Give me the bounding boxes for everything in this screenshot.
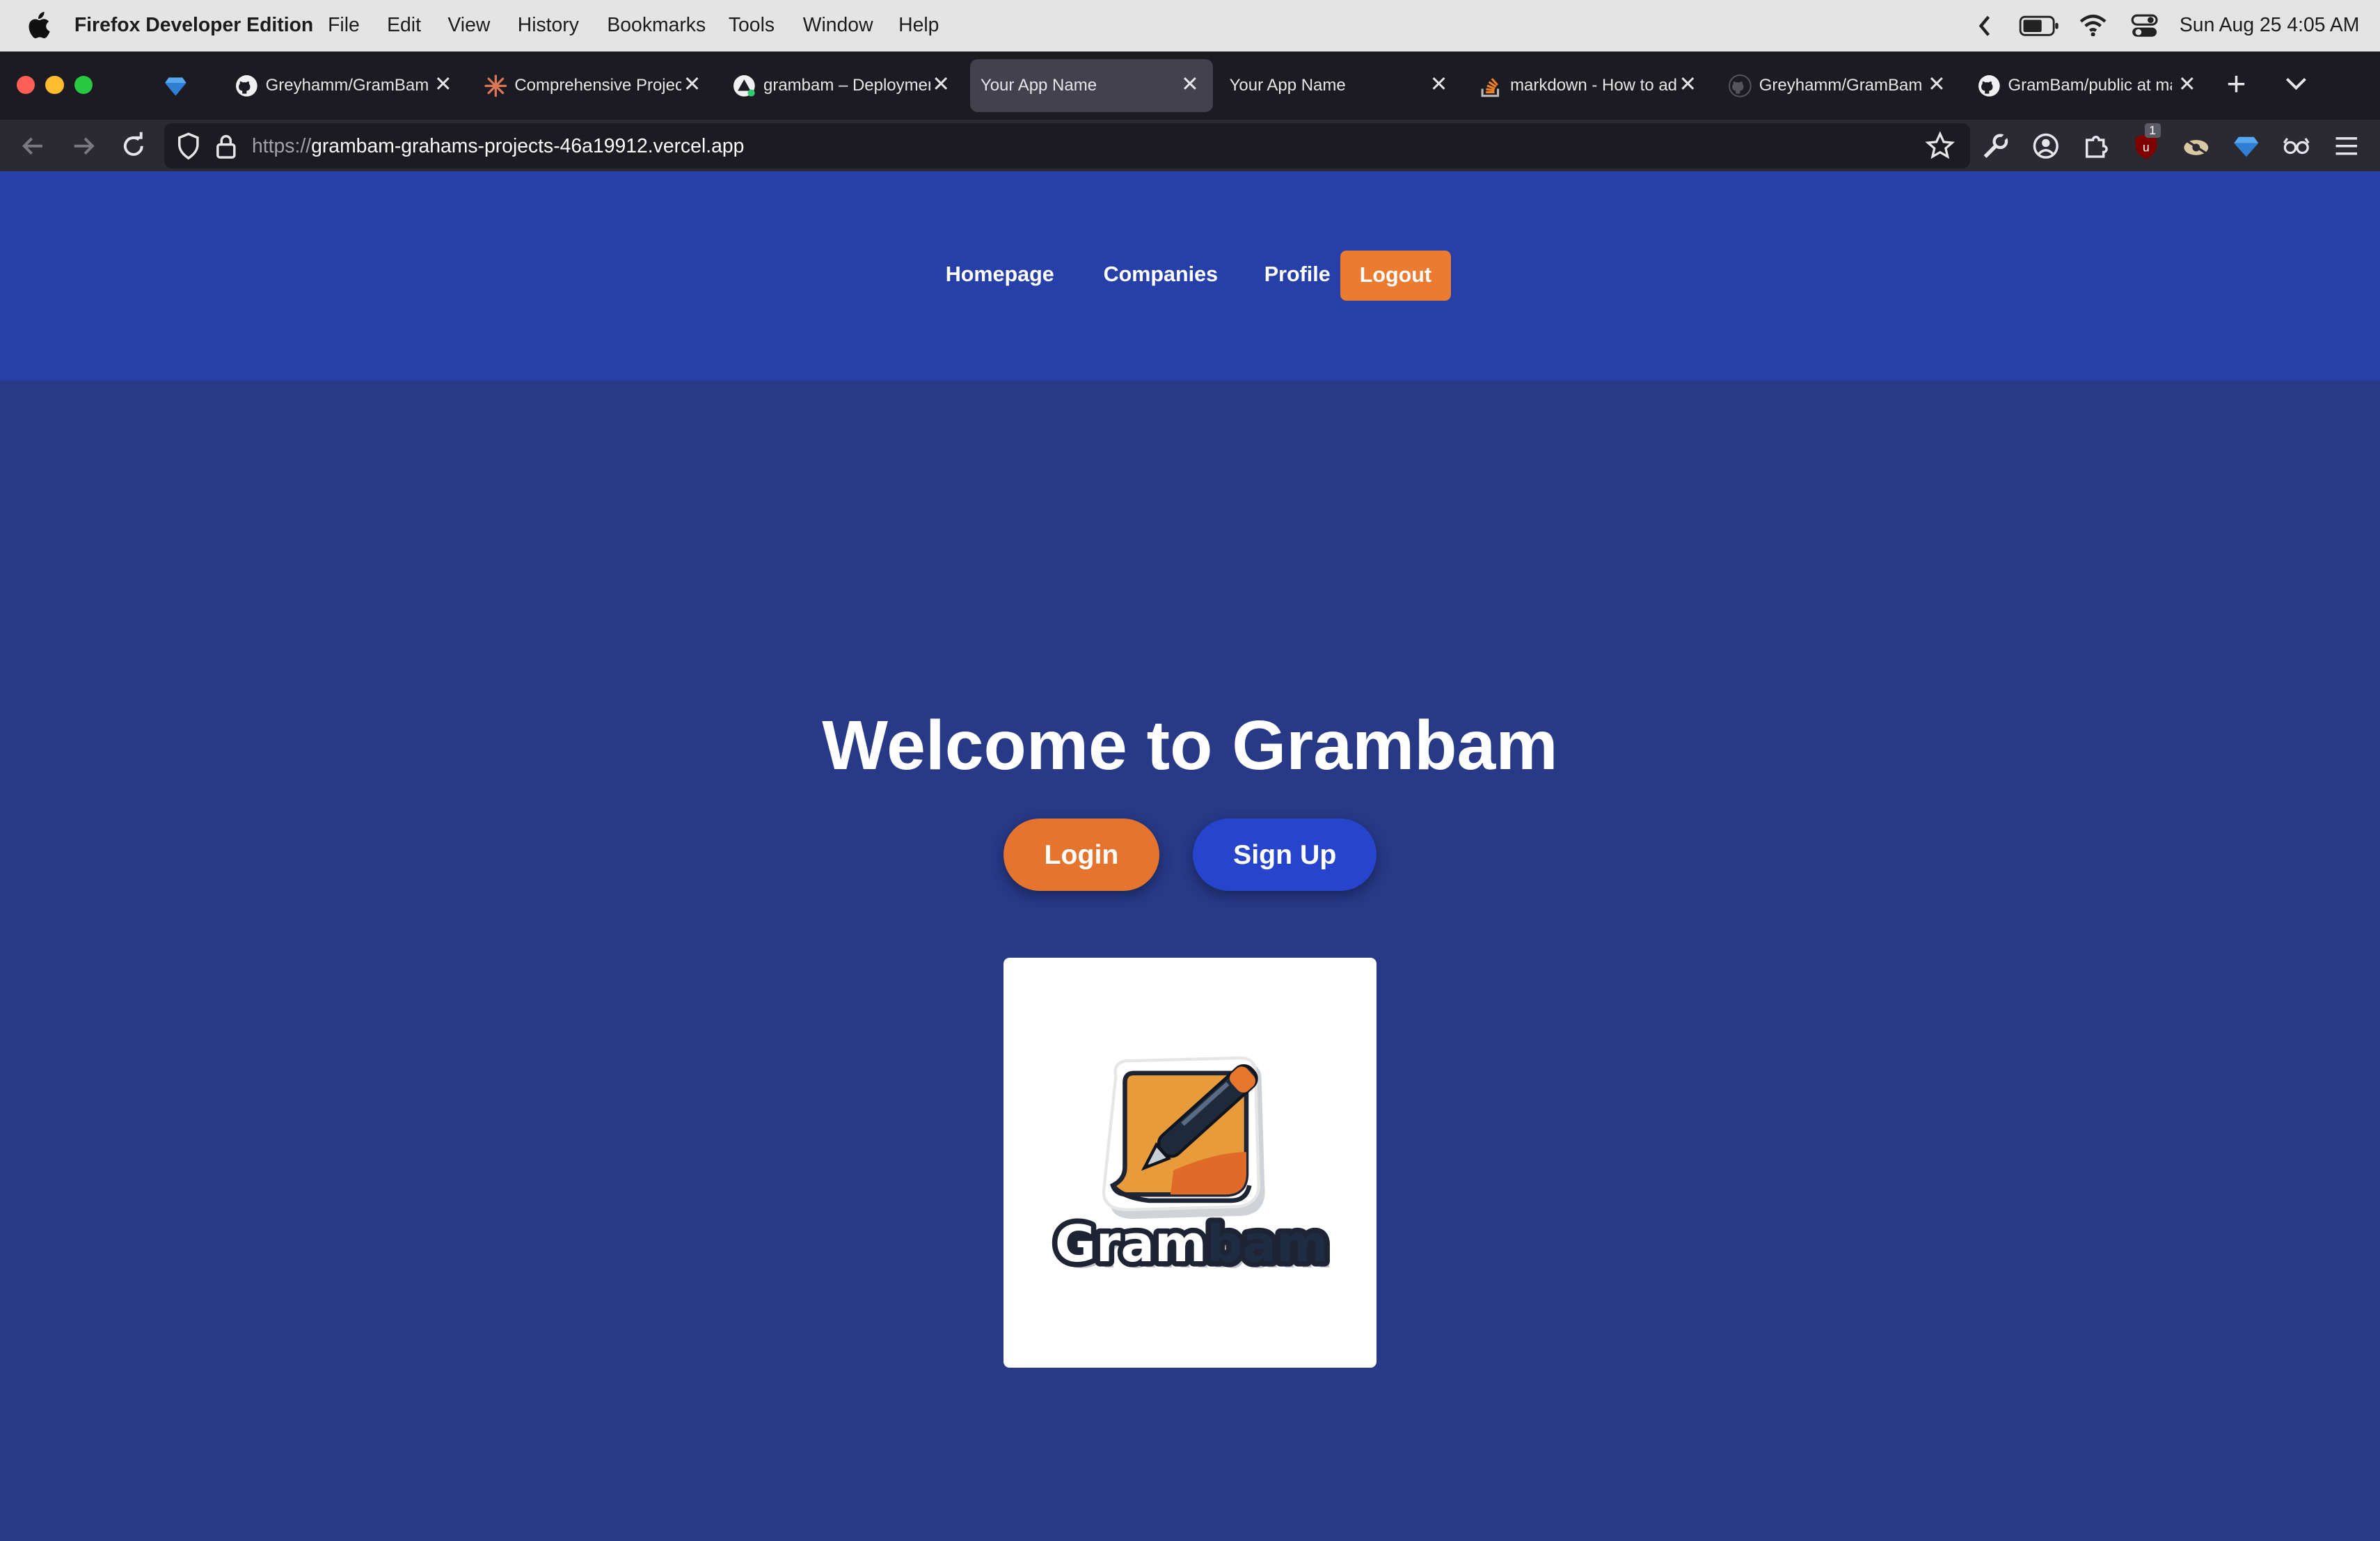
window-zoom-button[interactable] [74,76,93,95]
vercel-icon [733,74,756,97]
account-icon[interactable] [2031,131,2061,161]
menu-edit[interactable]: Edit [387,14,421,37]
tab-label: Greyhamm/GramBam [265,76,429,95]
tab-grambam-public[interactable]: GramBam/public at main ✕ [1956,59,2205,112]
grambam-logo-card: Grambam Grambam Grambam [1003,958,1377,1368]
apple-icon[interactable] [26,12,50,39]
tab-close-icon[interactable]: ✕ [2173,71,2200,98]
tab-label: Comprehensive Project [514,76,682,95]
ublock-extension-button[interactable]: u 1 [2131,123,2161,161]
tab-label: Your App Name [980,76,1097,95]
tab-close-icon[interactable]: ✕ [1176,71,1203,98]
tab-close-icon[interactable]: ✕ [1923,71,1950,98]
menu-window[interactable]: Window [803,14,873,37]
github-icon [1978,74,2000,97]
wrench-devtools-icon[interactable] [1981,131,2011,161]
login-button[interactable]: Login [1003,818,1160,892]
tab-label: Your App Name [1229,76,1346,95]
nav-homepage-link[interactable]: Homepage [946,262,1054,287]
logo-wordmark: Grambam [1054,1215,1328,1273]
forward-arrow-icon[interactable] [68,131,99,161]
tab-label: grambam – Deployment [763,76,930,95]
grambam-logo: Grambam Grambam Grambam [1049,1056,1333,1279]
back-arrow-icon[interactable] [18,131,49,161]
stackoverflow-icon [1482,77,1500,97]
sign-up-button[interactable]: Sign Up [1193,818,1377,892]
github-icon [1729,74,1752,97]
menu-help[interactable]: Help [898,14,939,37]
menu-view[interactable]: View [447,14,490,37]
menu-history[interactable]: History [518,14,579,37]
window-close-button[interactable] [16,76,35,95]
window-minimize-button[interactable] [45,76,64,95]
github-icon [236,74,257,97]
new-tab-plus-icon[interactable]: + [2227,65,2246,104]
tab-label: GramBam/public at main [2008,76,2172,95]
camera-extension-icon[interactable] [2181,131,2212,161]
nav-companies-link[interactable]: Companies [1104,262,1218,287]
gem-icon [164,77,187,96]
tab-close-icon[interactable]: ✕ [928,71,955,98]
tab-close-icon[interactable]: ✕ [429,71,457,98]
control-center-icon[interactable] [2131,14,2158,38]
tab-close-icon[interactable]: ✕ [679,71,706,98]
lock-icon[interactable] [211,131,241,161]
tab-pinned[interactable] [148,59,203,112]
menu-tools[interactable]: Tools [729,14,775,37]
tab-label: markdown - How to add [1510,76,1677,95]
extension-badge-count: 1 [2144,123,2161,139]
tab-github-grambam-2[interactable]: Greyhamm/GramBam ✕ [1708,59,1957,112]
battery-icon[interactable] [2019,15,2061,37]
site-header: Homepage Companies Profile Logout [0,171,2380,381]
browser-navigation-toolbar: https://grambam-grahams-projects-46a1991… [0,120,2380,172]
gem-extension-icon[interactable] [2231,131,2262,161]
tracking-protection-shield-icon[interactable] [173,131,204,161]
url-protocol: https:// [252,135,312,158]
tab-label: Greyhamm/GramBam [1759,76,1923,95]
extensions-puzzle-icon[interactable] [2081,131,2111,161]
list-all-tabs-chevron-icon[interactable] [2284,76,2308,91]
url-host: grambam-grahams-projects-46a19912.vercel… [311,135,745,158]
tab-close-icon[interactable]: ✕ [1674,71,1701,98]
tab-markdown-stackoverflow[interactable]: markdown - How to add ✕ [1459,59,1708,112]
tab-github-grambam[interactable]: Greyhamm/GramBam ✕ [214,59,463,112]
browser-tab-strip: Greyhamm/GramBam ✕ Comprehensive Project… [0,52,2380,120]
tab-your-app-name-active[interactable]: Your App Name ✕ [969,59,1213,113]
sparkle-icon [484,74,507,97]
reload-icon[interactable] [118,131,149,161]
menu-bookmarks[interactable]: Bookmarks [607,14,706,37]
wifi-icon[interactable] [2079,14,2107,37]
logout-button[interactable]: Logout [1340,250,1452,301]
url-text[interactable]: https://grambam-grahams-projects-46a1991… [252,135,744,158]
chevron-left-icon[interactable] [1976,15,1994,37]
tab-comprehensive-project[interactable]: Comprehensive Project ✕ [463,59,712,112]
welcome-heading: Welcome to Grambam [822,706,1558,785]
tab-close-icon[interactable]: ✕ [1425,71,1452,98]
nav-profile-link[interactable]: Profile [1264,262,1331,287]
tab-grambam-deployment[interactable]: grambam – Deployment ✕ [712,59,961,112]
menu-file[interactable]: File [328,14,360,37]
app-menu-firefox[interactable]: Firefox Developer Edition [74,14,313,37]
hamburger-menu-icon[interactable] [2331,131,2362,161]
macos-menu-bar: Firefox Developer Edition File Edit View… [0,0,2380,52]
menubar-clock[interactable]: Sun Aug 25 4:05 AM [2180,14,2359,37]
bookmark-star-icon[interactable] [1924,130,1955,161]
svg-text:u: u [2143,140,2150,154]
glasses-extension-icon[interactable] [2281,131,2312,161]
url-bar[interactable]: https://grambam-grahams-projects-46a1991… [164,123,1970,169]
tab-your-app-name[interactable]: Your App Name ✕ [1219,59,1461,112]
